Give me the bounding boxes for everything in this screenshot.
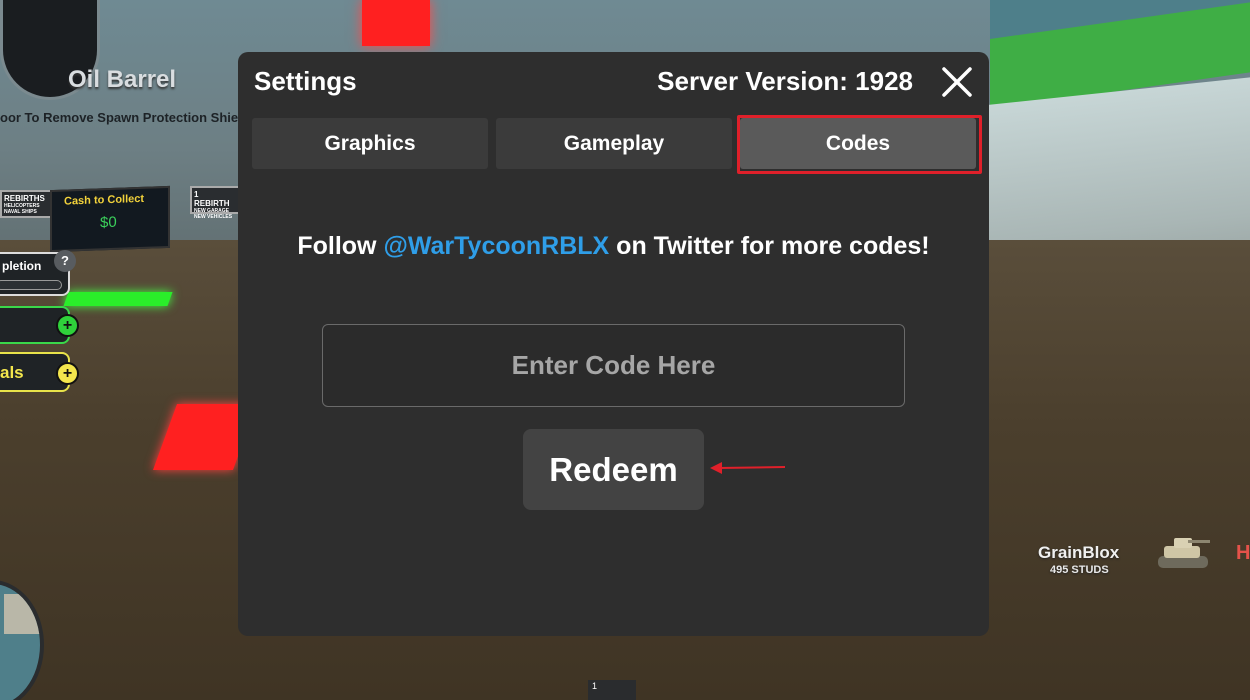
rebirth-sign-left-sub: HELICOPTERS NAVAL SHIPS [4,203,40,215]
cash-to-collect-board: Cash to Collect $0 [50,185,170,253]
rebirth-sign-right-sub: NEW GARAGE NEW VEHICLES [194,208,233,220]
follow-suffix: on Twitter for more codes! [609,232,930,260]
rebirth-sign-left-title: REBIRTHS [4,194,45,203]
follow-message: Follow @WarTycoonRBLX on Twitter for mor… [238,232,989,261]
add-green-button[interactable]: + [56,314,79,337]
tab-graphics[interactable]: Graphics [252,118,488,169]
hotbar-slot-number: 1 [592,681,598,691]
tab-codes[interactable]: Codes [740,118,976,169]
hotbar-slot[interactable]: 1 [588,680,636,700]
arrow-left-icon [710,462,786,474]
spawn-protection-label: oor To Remove Spawn Protection Shield [0,110,250,125]
code-input[interactable] [322,324,905,407]
rebirth-sign-right-title: 1 REBIRTH [194,190,230,208]
side-panel-yellow-label: als [0,363,24,382]
player-name-tag: GrainBlox [1038,543,1120,562]
server-version-label: Server Version: 1928 [657,66,913,96]
red-block [362,0,430,46]
minimap-land [4,594,40,634]
rebirth-sign-right: 1 REBIRTH NEW GARAGE NEW VEHICLES [190,186,240,220]
close-icon[interactable] [940,65,974,99]
settings-modal: Settings Server Version: 1928 Graphics G… [238,52,989,636]
tank-icon [1158,538,1210,568]
green-pad [63,292,173,306]
offscreen-label: H [1236,542,1250,564]
rebirth-sign-left: REBIRTHS HELICOPTERS NAVAL SHIPS [0,190,52,218]
completion-progress-bar [0,280,62,290]
completion-label: pletion [2,259,42,273]
oil-barrel-label: Oil Barrel [68,66,177,93]
player-distance: 495 STUDS [1050,564,1109,576]
redeem-button[interactable]: Redeem [523,429,704,510]
add-yellow-button[interactable]: + [56,362,79,385]
cash-value: $0 [100,213,117,232]
tab-gameplay[interactable]: Gameplay [496,118,732,169]
help-button[interactable]: ? [54,250,76,272]
follow-prefix: Follow [297,232,384,260]
settings-title: Settings [254,66,357,96]
cash-title: Cash to Collect [64,192,145,208]
twitter-handle: @WarTycoonRBLX [383,232,610,260]
